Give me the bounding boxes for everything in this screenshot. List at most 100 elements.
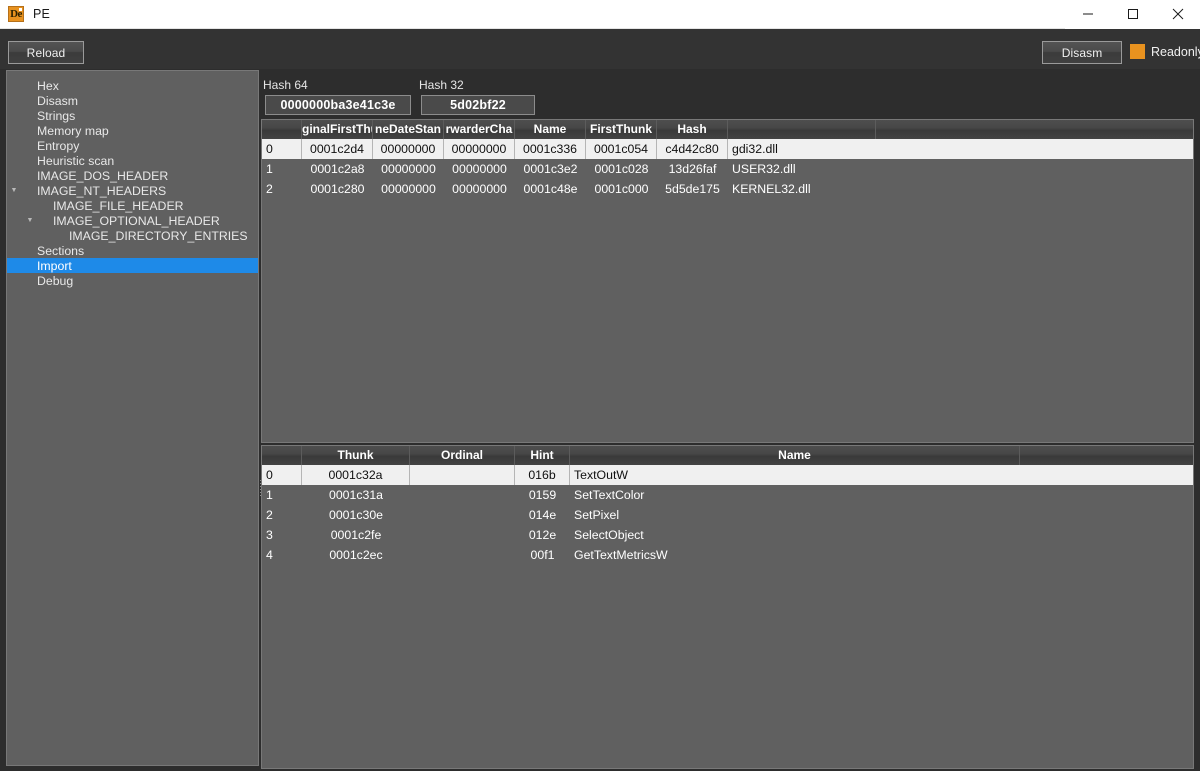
disasm-button[interactable]: Disasm xyxy=(1042,41,1122,64)
import-func-cell-thunk: 0001c2fe xyxy=(330,528,382,542)
import-dir-cell-time_date_stamp: 00000000 xyxy=(373,139,444,159)
import-dir-cell-first_thunk: 0001c028 xyxy=(594,162,649,176)
import-dir-cell-hash: 5d5de175 xyxy=(665,182,720,196)
table-row[interactable]: 0 0001c2d4 00000000 00000000 0001c336 0001c05… xyxy=(262,139,1193,159)
chevron-down-icon[interactable]: ▼ xyxy=(7,183,21,198)
import-func-cell-name: SetPixel xyxy=(574,508,620,522)
import-dir-cell-name_rva: 0001c336 xyxy=(515,139,586,159)
import-func-cell-ordinal xyxy=(410,525,515,545)
sidebar-item-image-nt-headers[interactable]: ▼ IMAGE_NT_HEADERS xyxy=(7,183,258,198)
minimize-icon[interactable] xyxy=(1065,0,1110,29)
die-app-icon: De xyxy=(8,6,24,22)
import-dir-cell-dll: KERNEL32.dll xyxy=(732,182,811,196)
import-func-cell-thunk: 0001c2ec xyxy=(329,548,383,562)
import-func-col-header-2[interactable]: Ordinal xyxy=(410,446,515,465)
readonly-checkbox[interactable] xyxy=(1130,44,1145,59)
close-icon[interactable] xyxy=(1155,0,1200,29)
sidebar-item-label: Entropy xyxy=(37,138,80,153)
hash64-label: Hash 64 xyxy=(263,78,308,92)
import-dir-cell-first_thunk: 0001c054 xyxy=(586,139,657,159)
sidebar-item-sections[interactable]: Sections xyxy=(7,243,258,258)
import-functions-table-body[interactable]: 0 0001c32a 016b TextOutW 1 0001c31a 0159 SetTex… xyxy=(262,465,1193,565)
import-functions-table[interactable]: Thunk Ordinal Hint Name 0 0001c32a 016b TextOu… xyxy=(261,445,1194,769)
sidebar-item-heuristic-scan[interactable]: Heuristic scan xyxy=(7,153,258,168)
sidebar-item-memory-map[interactable]: Memory map xyxy=(7,123,258,138)
import-func-cell-ordinal xyxy=(410,485,515,505)
import-dir-col-header-5[interactable]: FirstThunk xyxy=(586,120,657,139)
import-content-panel: Hash 64 Hash 32 0000000ba3e41c3e 5d02bf2… xyxy=(259,69,1200,771)
table-row[interactable]: 2 0001c30e 014e SetPixel xyxy=(262,505,1193,525)
sidebar-item-label: IMAGE_DIRECTORY_ENTRIES xyxy=(69,228,248,243)
sidebar-item-image-file-header[interactable]: IMAGE_FILE_HEADER xyxy=(7,198,258,213)
table-row[interactable]: 2 0001c280 00000000 00000000 0001c48e 0001c00… xyxy=(262,179,1193,199)
sidebar-item-label: Sections xyxy=(37,243,85,258)
window-controls xyxy=(1065,0,1200,29)
import-dir-cell-original_first_thunk: 0001c2a8 xyxy=(310,162,365,176)
sidebar-item-entropy[interactable]: Entropy xyxy=(7,138,258,153)
import-dir-cell-forwarder_chain: 00000000 xyxy=(444,139,515,159)
sidebar-item-label: IMAGE_NT_HEADERS xyxy=(37,183,167,198)
sidebar-item-debug[interactable]: Debug xyxy=(7,273,258,288)
import-dir-col-header-6[interactable]: Hash xyxy=(657,120,728,139)
sidebar-item-label: Disasm xyxy=(37,93,78,108)
import-func-cell-ordinal xyxy=(410,545,515,565)
import-func-col-header-3[interactable]: Hint xyxy=(515,446,570,465)
import-dir-col-header-2[interactable]: neDateStan xyxy=(373,120,444,139)
import-dir-cell-forwarder_chain: 00000000 xyxy=(452,182,507,196)
structure-tree-panel[interactable]: Hex Disasm Strings Memory map Entropy Heurist… xyxy=(6,70,259,766)
import-dir-col-header-0[interactable] xyxy=(262,120,302,139)
import-func-col-header-0[interactable] xyxy=(262,446,302,465)
import-directory-table[interactable]: ginalFirstThu neDateStan rwarderCha Name Fir… xyxy=(261,119,1194,443)
app-icon-dot xyxy=(19,8,22,11)
import-func-cell-name: TextOutW xyxy=(574,468,628,482)
import-functions-table-header[interactable]: Thunk Ordinal Hint Name xyxy=(262,446,1193,465)
table-row[interactable]: 4 0001c2ec 00f1 GetTextMetricsW xyxy=(262,545,1193,565)
sidebar-item-import[interactable]: Import xyxy=(7,258,258,273)
import-dir-cell-index: 0 xyxy=(262,139,302,159)
sidebar-item-label: Import xyxy=(37,258,72,273)
import-func-cell-ordinal xyxy=(410,505,515,525)
import-func-cell-name: SetTextColor xyxy=(574,488,645,502)
import-dir-cell-dll: gdi32.dll xyxy=(732,142,778,156)
import-dir-cell-dll: USER32.dll xyxy=(732,162,796,176)
import-func-cell-index: 2 xyxy=(266,508,273,522)
table-row[interactable]: 1 0001c31a 0159 SetTextColor xyxy=(262,485,1193,505)
table-row[interactable]: 3 0001c2fe 012e SelectObject xyxy=(262,525,1193,545)
sidebar-item-strings[interactable]: Strings xyxy=(7,108,258,123)
import-dir-col-header-3[interactable]: rwarderCha xyxy=(444,120,515,139)
import-dir-col-header-4[interactable]: Name xyxy=(515,120,586,139)
import-func-cell-index: 0 xyxy=(262,465,302,485)
import-func-cell-hint: 0159 xyxy=(528,488,557,502)
import-dir-col-header-7[interactable] xyxy=(728,120,876,139)
sidebar-item-label: IMAGE_DOS_HEADER xyxy=(37,168,169,183)
import-func-cell-hint: 00f1 xyxy=(530,548,555,562)
import-func-col-header-1[interactable]: Thunk xyxy=(302,446,410,465)
sidebar-item-label: IMAGE_FILE_HEADER xyxy=(53,198,184,213)
sidebar-item-label: Heuristic scan xyxy=(37,153,115,168)
readonly-label: Readonly xyxy=(1151,44,1200,59)
import-dir-cell-hash: 13d26faf xyxy=(668,162,717,176)
hash64-field[interactable]: 0000000ba3e41c3e xyxy=(265,95,411,115)
table-row[interactable]: 0 0001c32a 016b TextOutW xyxy=(262,465,1193,485)
chevron-down-icon[interactable]: ▼ xyxy=(23,213,37,228)
import-dir-cell-index: 2 xyxy=(266,182,273,196)
sidebar-item-label: Strings xyxy=(37,108,76,123)
reload-button[interactable]: Reload xyxy=(8,41,84,64)
import-directory-table-body[interactable]: 0 0001c2d4 00000000 00000000 0001c336 0001c05… xyxy=(262,139,1193,199)
import-func-col-header-4[interactable]: Name xyxy=(570,446,1020,465)
sidebar-item-image-optional-header[interactable]: ▼ IMAGE_OPTIONAL_HEADER xyxy=(7,213,258,228)
sidebar-item-image-directory-entries[interactable]: IMAGE_DIRECTORY_ENTRIES xyxy=(7,228,258,243)
table-row[interactable]: 1 0001c2a8 00000000 00000000 0001c3e2 0001c02… xyxy=(262,159,1193,179)
sidebar-item-disasm[interactable]: Disasm xyxy=(7,93,258,108)
import-func-cell-name: GetTextMetricsW xyxy=(574,548,668,562)
hash32-field[interactable]: 5d02bf22 xyxy=(421,95,535,115)
sidebar-item-image-dos-header[interactable]: IMAGE_DOS_HEADER xyxy=(7,168,258,183)
import-func-cell-hint: 014e xyxy=(528,508,557,522)
sidebar-item-hex[interactable]: Hex xyxy=(7,78,258,93)
maximize-icon[interactable] xyxy=(1110,0,1155,29)
import-dir-col-header-1[interactable]: ginalFirstThu xyxy=(302,120,373,139)
readonly-checkbox-group[interactable]: Readonly xyxy=(1130,44,1200,59)
sidebar-item-label: Memory map xyxy=(37,123,109,138)
import-dir-cell-index: 1 xyxy=(266,162,273,176)
import-directory-table-header[interactable]: ginalFirstThu neDateStan rwarderCha Name Fir… xyxy=(262,120,1193,139)
